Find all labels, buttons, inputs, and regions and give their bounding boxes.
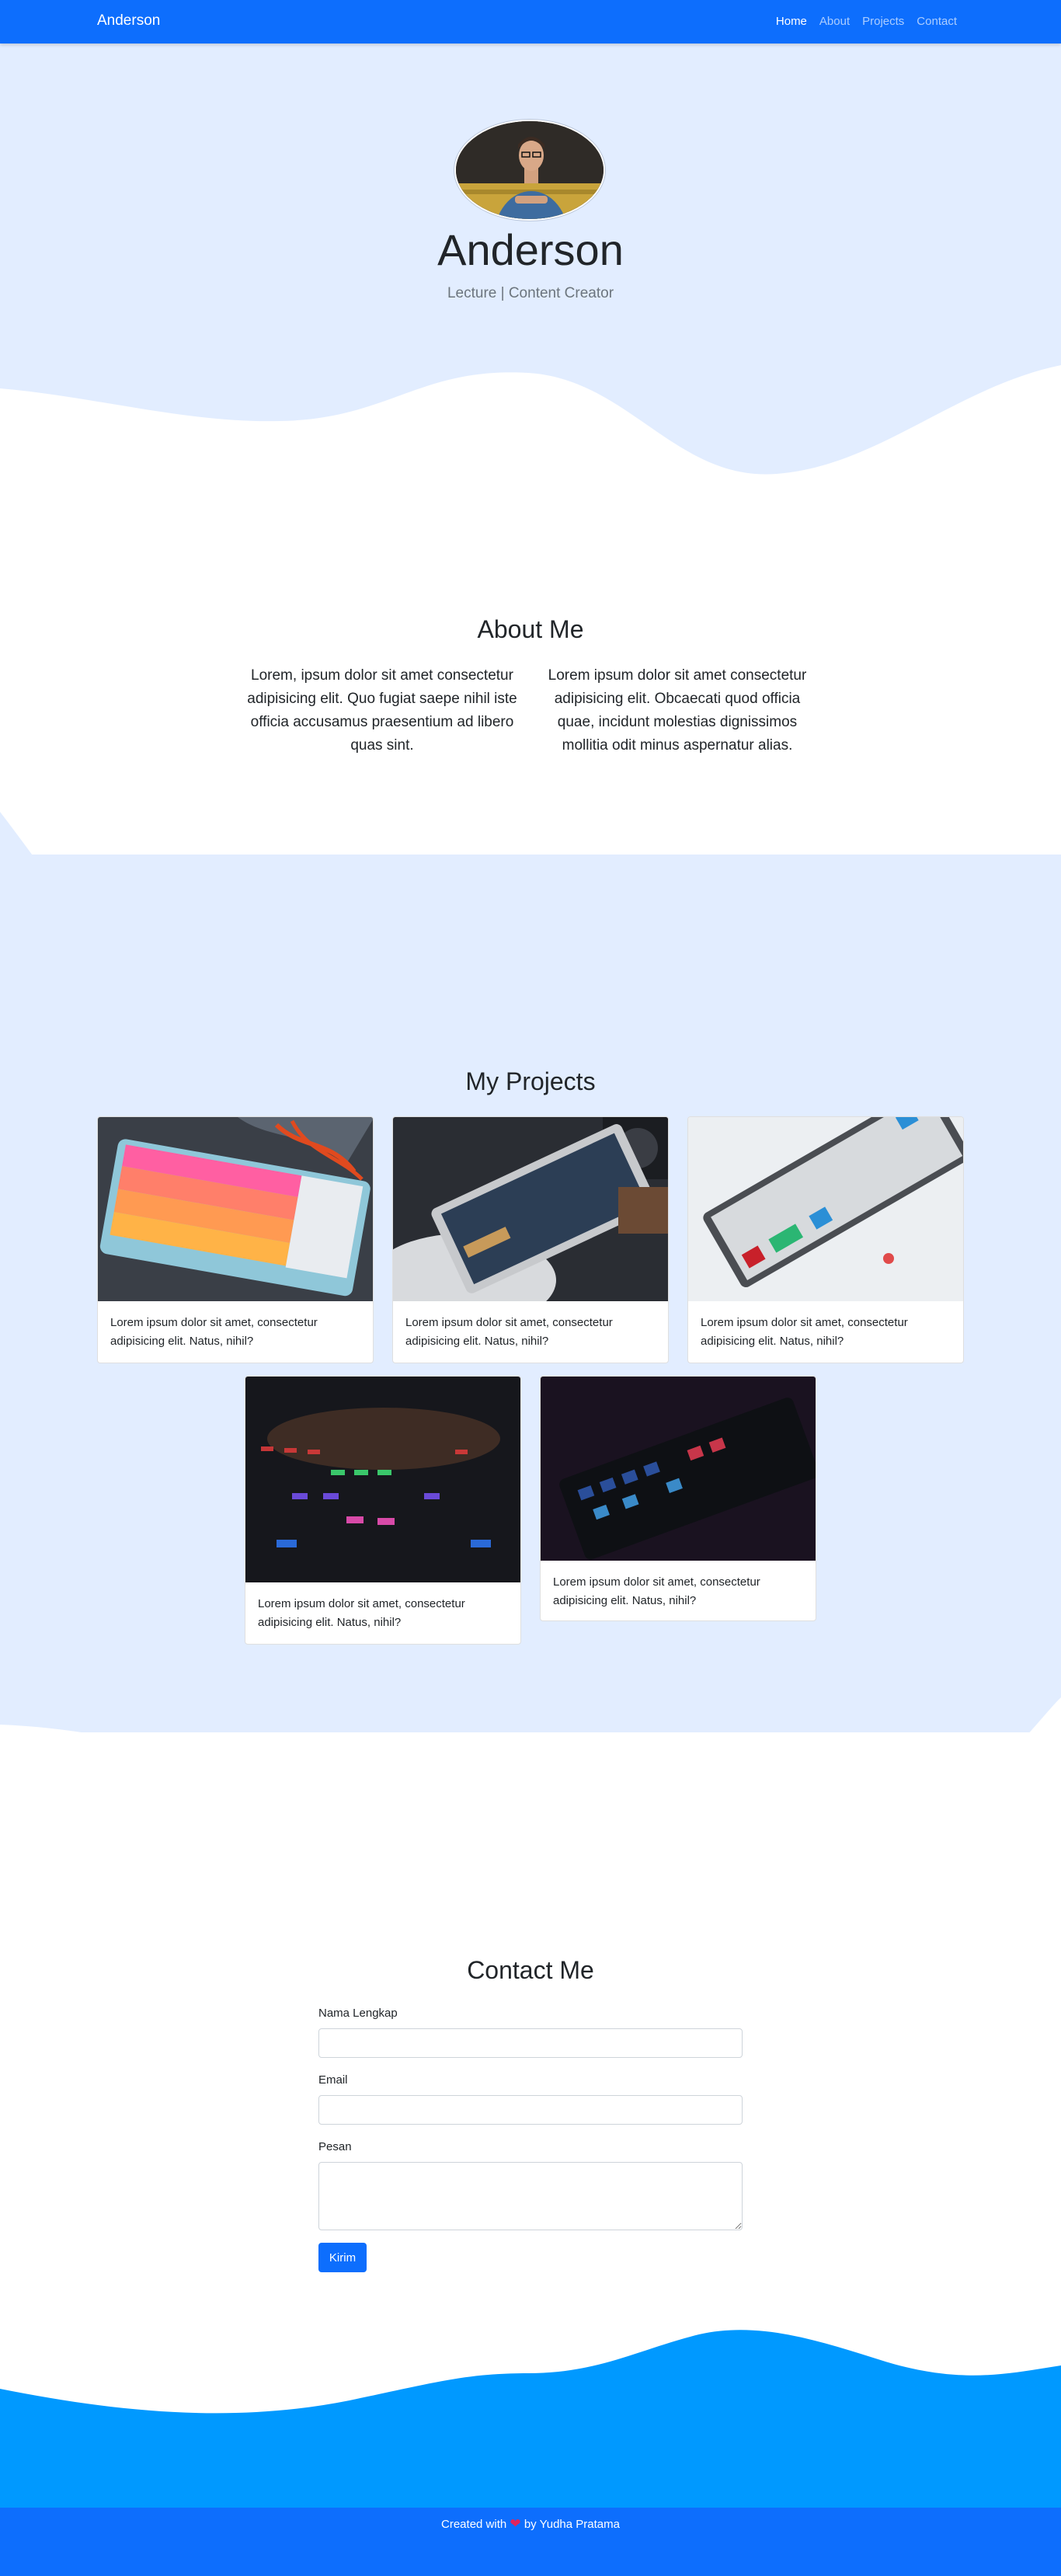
name-field[interactable] xyxy=(318,2028,743,2058)
message-field[interactable] xyxy=(318,2162,743,2230)
project-card[interactable]: Lorem ipsum dolor sit amet, consectetur … xyxy=(245,1376,521,1645)
hero-name: Anderson xyxy=(437,225,624,274)
heart-icon: ❤ xyxy=(510,2516,521,2531)
about-title: About Me xyxy=(477,615,584,643)
navbar: Anderson Home About Projects Contact xyxy=(0,0,1061,44)
footer-wave xyxy=(0,2330,1061,2513)
about-paragraph-right: Lorem ipsum dolor sit amet consectetur a… xyxy=(548,667,807,754)
nav-link-about[interactable]: About xyxy=(819,15,850,28)
projects-bottom-wave xyxy=(0,1697,1061,1872)
project-image-keyboard-black xyxy=(541,1377,816,1561)
project-card-text: Lorem ipsum dolor sit amet, consectetur … xyxy=(701,1316,908,1348)
project-card[interactable]: Lorem ipsum dolor sit amet, consectetur … xyxy=(392,1116,669,1363)
project-image-keyboard-rgb xyxy=(245,1377,520,1582)
footer-suffix: by Yudha Pratama xyxy=(524,2518,620,2531)
project-card-text: Lorem ipsum dolor sit amet, consectetur … xyxy=(553,1575,760,1607)
message-label: Pesan xyxy=(318,2140,352,2153)
footer-credit: Created with ❤ by Yudha Pratama xyxy=(0,2516,1061,2532)
project-card-text: Lorem ipsum dolor sit amet, consectetur … xyxy=(110,1316,318,1348)
email-label: Email xyxy=(318,2073,348,2087)
navbar-brand[interactable]: Anderson xyxy=(97,12,160,30)
footer: Created with ❤ by Yudha Pratama xyxy=(0,2508,1061,2576)
projects-title: My Projects xyxy=(465,1067,596,1095)
nav-link-home[interactable]: Home xyxy=(776,15,807,28)
footer-prefix: Created with xyxy=(441,2518,507,2531)
project-card[interactable]: Lorem ipsum dolor sit amet, consectetur … xyxy=(687,1116,964,1363)
project-card[interactable]: Lorem ipsum dolor sit amet, consectetur … xyxy=(97,1116,374,1363)
projects-top-wave xyxy=(0,812,1061,967)
project-image-keyboard-dark xyxy=(393,1117,668,1301)
project-image-keyboard-pink xyxy=(98,1117,373,1301)
nav-links: Home About Projects Contact xyxy=(776,15,957,28)
avatar xyxy=(454,120,605,221)
about-paragraph-left: Lorem, ipsum dolor sit amet consectetur … xyxy=(247,667,517,754)
project-image-keyboard-white xyxy=(688,1117,963,1301)
submit-button[interactable]: Kirim xyxy=(318,2243,367,2272)
nav-link-projects[interactable]: Projects xyxy=(862,15,904,28)
hero-subtitle: Lecture | Content Creator xyxy=(447,285,614,301)
contact-title: Contact Me xyxy=(467,1956,594,1984)
hero-wave xyxy=(0,365,1061,505)
project-card-text: Lorem ipsum dolor sit amet, consectetur … xyxy=(258,1597,465,1629)
project-card-text: Lorem ipsum dolor sit amet, consectetur … xyxy=(405,1316,613,1348)
email-field[interactable] xyxy=(318,2095,743,2125)
project-card[interactable]: Lorem ipsum dolor sit amet, consectetur … xyxy=(540,1376,816,1621)
nav-link-contact[interactable]: Contact xyxy=(917,15,957,28)
name-label: Nama Lengkap xyxy=(318,2007,398,2020)
